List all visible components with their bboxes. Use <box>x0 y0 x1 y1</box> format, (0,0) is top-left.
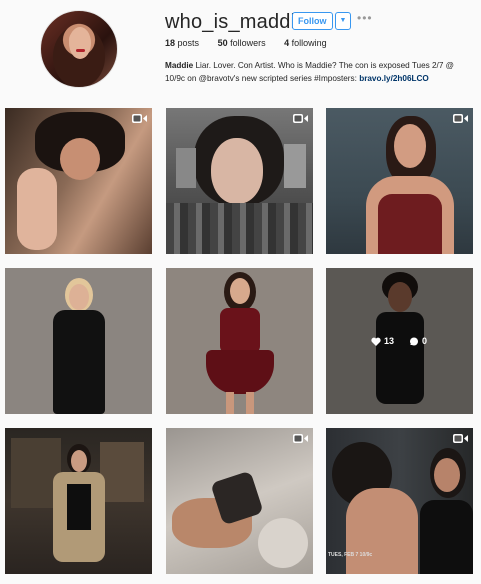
post-tile-6[interactable]: 13 0 <box>326 268 473 414</box>
bio-name: Maddie <box>165 61 194 70</box>
avatar-lips <box>76 49 85 52</box>
post-tile-2[interactable] <box>166 108 313 254</box>
post-tile-3[interactable] <box>326 108 473 254</box>
followers-label: followers <box>230 38 266 48</box>
profile-avatar[interactable] <box>40 10 118 88</box>
profile-header: who_is_maddie Follow ▼ ••• 18 posts 50 f… <box>0 0 481 100</box>
following-stat[interactable]: 4 following <box>284 38 327 48</box>
comment-icon <box>410 337 418 346</box>
follow-button[interactable]: Follow <box>292 12 333 30</box>
avatar-face <box>69 27 91 59</box>
post-tile-9[interactable]: TUES, FEB 7 10/9c <box>326 428 473 574</box>
post-tile-1[interactable] <box>5 108 152 254</box>
video-camera-icon <box>293 114 308 123</box>
post-tile-7[interactable] <box>5 428 152 574</box>
chevron-down-icon[interactable]: ▼ <box>335 12 351 30</box>
likes-count: 13 <box>384 336 395 346</box>
followers-count: 50 <box>217 38 228 48</box>
bio-link[interactable]: bravo.ly/2h06LCO <box>359 74 429 83</box>
profile-username: who_is_maddie <box>165 11 307 33</box>
post-tile-4[interactable] <box>5 268 152 414</box>
video-camera-icon <box>453 434 468 443</box>
heart-icon <box>371 337 381 346</box>
video-camera-icon <box>293 434 308 443</box>
comments-count: 0 <box>422 336 428 346</box>
profile-bio: Maddie Liar. Lover. Con Artist. Who is M… <box>165 59 470 85</box>
more-options-icon[interactable]: ••• <box>357 11 373 25</box>
following-label: following <box>291 38 327 48</box>
followers-stat[interactable]: 50 followers <box>218 38 266 48</box>
posts-label: posts <box>177 38 200 48</box>
caption-overlay: TUES, FEB 7 10/9c <box>328 552 373 558</box>
following-count: 4 <box>284 38 290 48</box>
video-camera-icon <box>453 114 468 123</box>
posts-count: 18 <box>165 38 176 48</box>
profile-stats: 18 posts 50 followers 4 following <box>165 38 343 48</box>
post-tile-5[interactable] <box>166 268 313 414</box>
post-tile-8[interactable] <box>166 428 313 574</box>
posts-stat: 18 posts <box>165 38 199 48</box>
hover-overlay <box>326 268 473 414</box>
video-camera-icon <box>132 114 147 123</box>
